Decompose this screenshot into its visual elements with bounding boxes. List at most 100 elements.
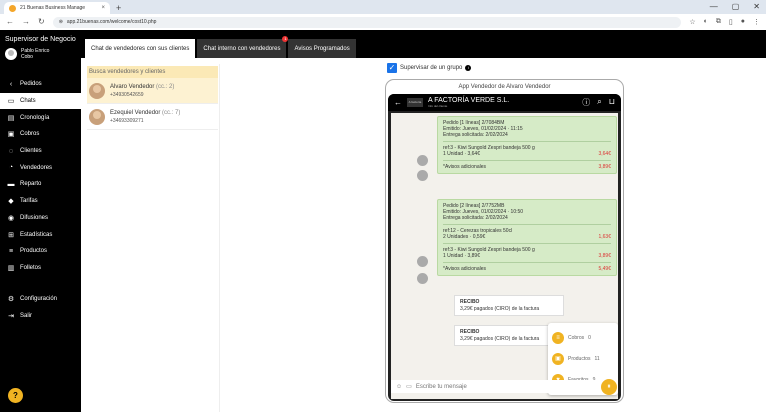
bookmark-star-icon[interactable]: ☆ <box>689 18 695 26</box>
forward-icon[interactable]: → <box>22 18 30 26</box>
menu-item-productos[interactable]: ▣ Productos 11 <box>552 348 614 369</box>
sidebar-item-clientes[interactable]: ◌ Clientes <box>0 143 81 160</box>
search-input[interactable]: Busca vendedores y clientes <box>87 66 218 78</box>
contact-count: (cc.: 7) <box>162 109 181 116</box>
sidebar-item-cobros[interactable]: ▣ Cobros <box>0 126 81 143</box>
contact-phone: +34693309271 <box>110 117 144 124</box>
contact-avatar <box>89 108 105 125</box>
extensions-puzzle-icon[interactable]: ⧉ <box>716 18 721 26</box>
tab-internal-chat[interactable]: Chat interno con vendedores 1 <box>197 36 289 58</box>
message-action-icon[interactable] <box>417 256 428 267</box>
contact-item[interactable]: Ezequiel Vendedor (cc.: 7) +34693309271 <box>87 104 218 130</box>
sidebar-item-tarifas[interactable]: ◆ Tarifas <box>0 193 81 210</box>
new-tab-icon[interactable]: + <box>116 2 121 14</box>
order-price: 3,89€ <box>598 253 611 259</box>
minimize-icon[interactable]: — <box>710 2 718 11</box>
cart-icon[interactable]: ⊔ <box>609 97 615 108</box>
order-total-row: *Avisos adicionales 5,49€ <box>443 266 611 272</box>
extension-icon[interactable]: ◐ <box>704 18 708 26</box>
sidepanel-icon[interactable]: ▯ <box>729 18 733 26</box>
browser-tab-title: 21 Buenas Business Manage <box>20 5 86 11</box>
sidebar-item-label: Productos <box>20 248 48 255</box>
message-action-icon[interactable] <box>417 155 428 166</box>
brochure-icon: ▥ <box>7 264 15 272</box>
sidebar-item-label: Tarifas <box>20 198 38 205</box>
clients-icon: ◌ <box>8 147 14 155</box>
menu-item-count: 0 <box>588 334 591 341</box>
contact-item[interactable]: Alvaro Vendedor (cc.: 2) +34930542659 <box>87 78 218 104</box>
sidebar-title: Supervisor de Negocio <box>5 36 76 43</box>
gear-icon: ⚙ <box>7 296 15 304</box>
back-icon[interactable]: ← <box>6 18 14 26</box>
sidebar-item-configuracion[interactable]: ⚙ Configuración <box>0 291 81 308</box>
menu-item-label: Cobros <box>568 334 585 341</box>
close-tab-icon[interactable]: × <box>101 5 105 11</box>
message-action-icon[interactable] <box>417 170 428 181</box>
browser-tabstrip: 21 Buenas Business Manage × + <box>0 0 766 14</box>
browser-chrome: 21 Buenas Business Manage × + — ▢ ✕ ← → … <box>0 0 766 30</box>
sidebar-item-label: Cronología <box>20 114 50 121</box>
sidebar-item-folletos[interactable]: ▥ Folletos <box>0 260 81 277</box>
payments-icon: ≡ <box>552 331 564 344</box>
sidebar-item-estadisticas[interactable]: ⊞ Estadísticas <box>0 226 81 243</box>
order-note: *Avisos adicionales <box>443 164 486 170</box>
supervisor-checkbox[interactable]: ✓ <box>387 63 397 73</box>
tab-label: Chat interno con vendedores <box>203 45 281 52</box>
menu-item-cobros[interactable]: ≡ Cobros 0 <box>552 327 614 348</box>
info-icon[interactable]: i <box>465 65 472 71</box>
receipt-message[interactable]: RECIBO 3,29€ pagados (CIRO) de la factur… <box>454 295 564 316</box>
actions-fab-button[interactable]: ⏸ <box>601 379 617 395</box>
order-units: 1 Unidad · 3,89€ <box>443 253 480 259</box>
order-bubble[interactable]: Pedido [1 líneas] 2/7084BM Emitido: Juev… <box>437 116 617 174</box>
reload-icon[interactable]: ↻ <box>38 18 45 26</box>
products-icon: ≡ <box>8 247 14 255</box>
sidebar-item-reparto[interactable]: ▬ Reparto <box>0 176 81 193</box>
delivery-truck-icon: ▬ <box>7 180 15 188</box>
order-bubble[interactable]: Pedido [2 líneas] 2/7752MB Emitido: Juev… <box>437 199 617 276</box>
info-icon[interactable]: ⓘ <box>582 97 590 108</box>
phone-header-icons: ⓘ ⌕ ⊔ <box>582 97 615 108</box>
address-bar[interactable]: ⊜ app.21buenas.com/welcome/cost10.php <box>52 16 682 28</box>
browser-menu-icon[interactable]: ⋮ <box>753 18 760 26</box>
profile-icon[interactable]: ● <box>741 18 745 26</box>
sidebar-item-pedidos[interactable]: ‹ Pedidos <box>0 76 81 93</box>
window-controls: — ▢ ✕ <box>710 2 760 11</box>
sidebar-item-chats[interactable]: ▭ Chats <box>0 92 81 110</box>
site-info-icon[interactable]: ⊜ <box>59 19 63 25</box>
sidebar-item-difusiones[interactable]: ◉ Difusiones <box>0 210 81 227</box>
attach-icon[interactable]: ▭ <box>406 383 412 390</box>
supervisor-checkbox-label: Supervisar de un grupo <box>400 65 463 71</box>
sidebar-item-cronologia[interactable]: ▤ Cronología <box>0 109 81 126</box>
chat-area: Pedido [1 líneas] 2/7084BM Emitido: Juev… <box>391 113 618 399</box>
browser-tab[interactable]: 21 Buenas Business Manage × <box>4 2 110 14</box>
favicon-icon <box>9 4 16 12</box>
sidebar-item-label: Chats <box>20 98 36 105</box>
tab-seller-client-chat[interactable]: Chat de vendedores con sus clientes <box>85 39 196 58</box>
divider <box>443 243 611 244</box>
order-line: 1 Unidad · 3,64€ 3,64€ <box>443 151 611 157</box>
logout-icon: ⇥ <box>8 313 14 321</box>
help-button[interactable]: ? <box>8 388 23 403</box>
message-action-icon[interactable] <box>417 273 428 284</box>
browser-toolbar-icons: ☆ ◐ ⧉ ▯ ● ⋮ <box>689 18 760 26</box>
back-arrow-icon[interactable]: ← <box>394 98 402 107</box>
maximize-icon[interactable]: ▢ <box>732 2 740 11</box>
sidebar-item-productos[interactable]: ≡ Productos <box>0 243 81 260</box>
tab-scheduled-notices[interactable]: Avisos Programados <box>288 39 356 58</box>
sidebar-item-vendedores[interactable]: ◔ Vendedores <box>0 159 81 176</box>
client-logo: A factoría <box>407 98 423 107</box>
sidebar-item-salir[interactable]: ⇥ Salir <box>0 308 81 325</box>
order-price: 1,63€ <box>598 234 611 240</box>
order-note: *Avisos adicionales <box>443 266 486 272</box>
url-text: app.21buenas.com/welcome/cost10.php <box>66 19 157 25</box>
sidebar-item-label: Folletos <box>20 264 42 271</box>
close-window-icon[interactable]: ✕ <box>753 2 760 11</box>
tag-icon: ◆ <box>8 198 14 206</box>
search-icon[interactable]: ⌕ <box>597 97 601 108</box>
contact-name: Alvaro Vendedor (cc.: 2) <box>110 84 174 90</box>
client-info-link[interactable]: Info del cliente <box>428 104 509 108</box>
message-input[interactable]: Escribe tu mensaje <box>416 384 467 390</box>
contact-count: (cc.: 2) <box>156 83 175 90</box>
emoji-icon[interactable]: ☺ <box>396 384 402 390</box>
supervisor-checkbox-row: ✓ Supervisar de un grupo i <box>387 63 472 73</box>
